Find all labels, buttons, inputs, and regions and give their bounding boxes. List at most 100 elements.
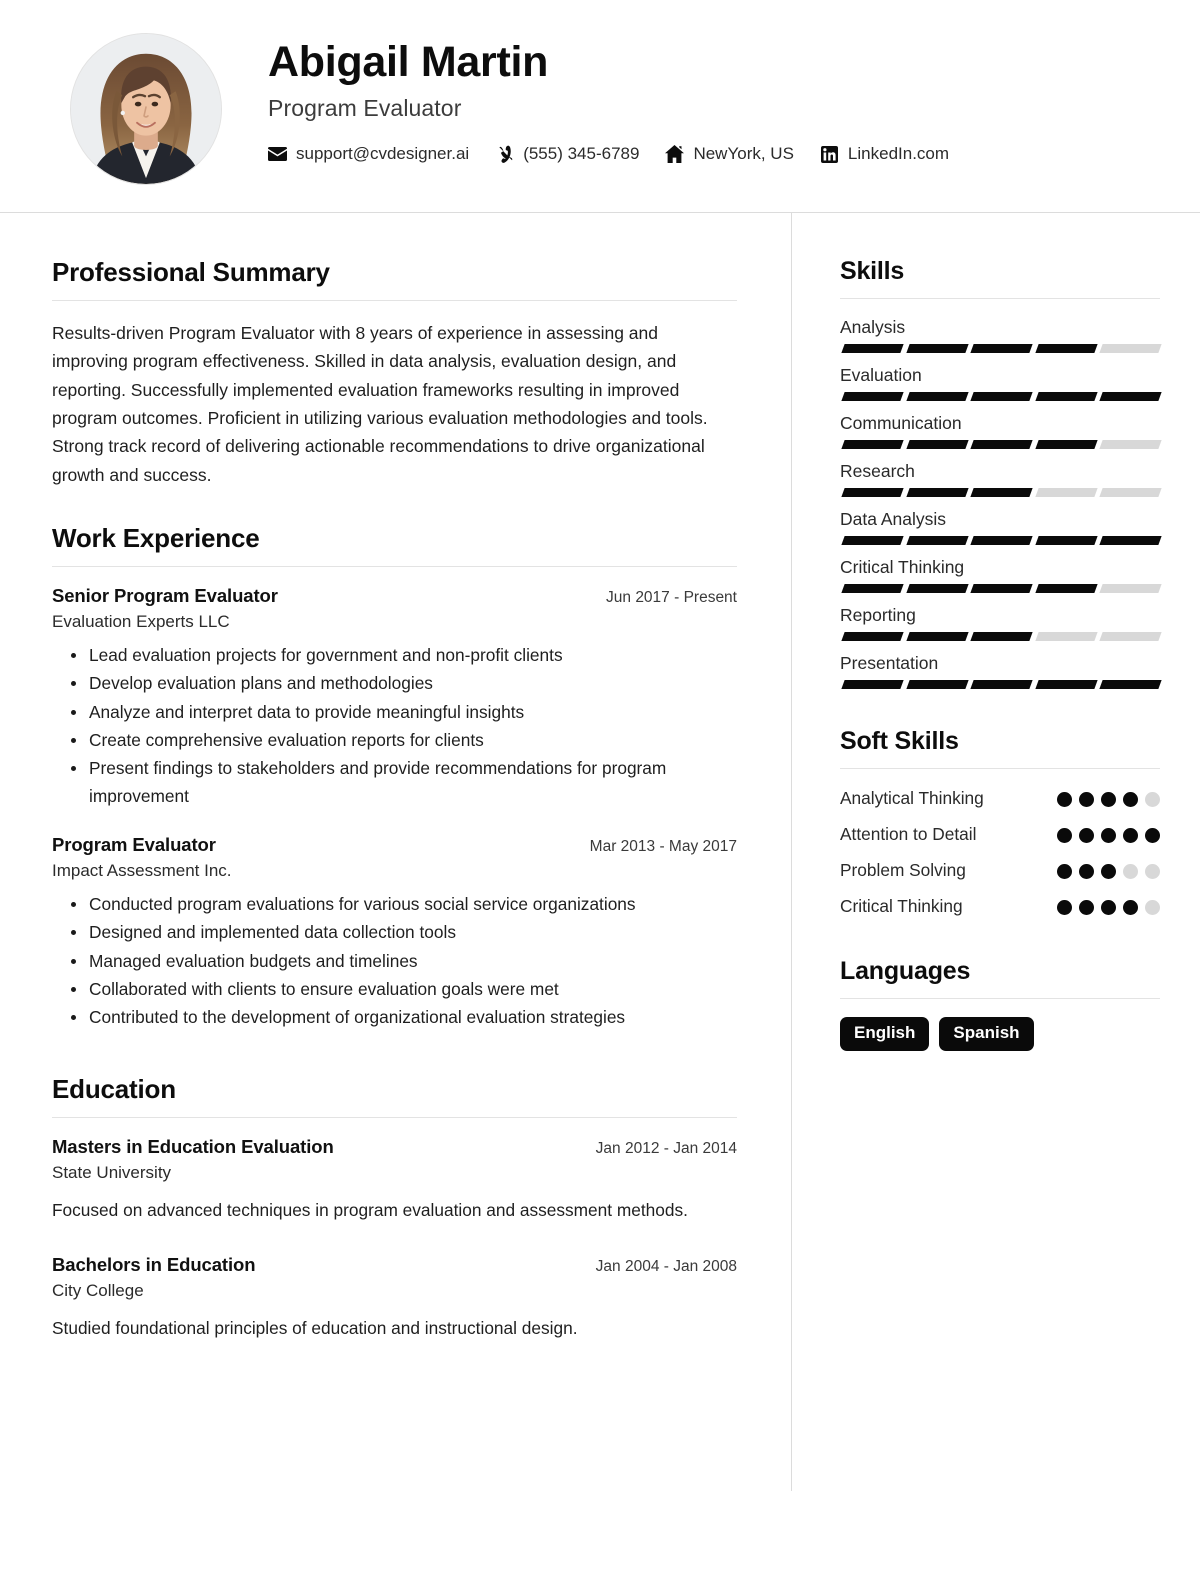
contact-linkedin[interactable]: LinkedIn.com xyxy=(820,144,949,164)
rating-dot xyxy=(1145,864,1160,879)
candidate-name: Abigail Martin xyxy=(268,38,549,86)
skill-level-bar xyxy=(840,440,1162,449)
rating-dot xyxy=(1079,828,1094,843)
skill-level-segment xyxy=(841,632,904,641)
skill-level-segment xyxy=(841,392,904,401)
skill-item: Communication xyxy=(840,413,1162,449)
contact-linkedin-label: LinkedIn.com xyxy=(847,144,950,164)
resume-body: Professional Summary Results-driven Prog… xyxy=(0,213,1200,1583)
work-bullet: Conducted program evaluations for variou… xyxy=(52,891,737,918)
contact-email[interactable]: support@cvdesigner.ai xyxy=(268,144,469,164)
work-bullet-list: Lead evaluation projects for government … xyxy=(52,642,737,810)
contact-phone[interactable]: (555) 345-6789 xyxy=(495,144,639,164)
soft-skill-item: Analytical Thinking xyxy=(840,787,1160,810)
skill-level-segment xyxy=(905,680,968,689)
contact-row: support@cvdesigner.ai (555) 345-6789 New… xyxy=(268,144,949,164)
skill-level-segment xyxy=(1099,440,1162,449)
skill-level-bar xyxy=(840,536,1162,545)
skill-level-segment xyxy=(1035,632,1098,641)
rating-dot xyxy=(1101,900,1116,915)
skill-item: Presentation xyxy=(840,653,1162,689)
skill-level-segment xyxy=(1035,536,1098,545)
rating-dot xyxy=(1057,900,1072,915)
skills-list: Analysis Evaluation Communication Research D… xyxy=(840,317,1162,689)
language-badge: Spanish xyxy=(939,1017,1034,1051)
linkedin-icon xyxy=(820,145,839,164)
work-date-range: Mar 2013 - May 2017 xyxy=(589,838,737,856)
soft-skill-rating xyxy=(1057,859,1160,879)
phone-icon xyxy=(495,145,514,164)
contact-email-label: support@cvdesigner.ai xyxy=(296,144,470,164)
soft-skill-rating xyxy=(1057,787,1160,807)
soft-skill-label: Critical Thinking xyxy=(840,896,963,916)
soft-skill-item: Critical Thinking xyxy=(840,895,1160,918)
soft-skill-label: Analytical Thinking xyxy=(840,788,984,808)
skill-item: Evaluation xyxy=(840,365,1162,401)
skill-level-segment xyxy=(1099,488,1162,497)
section-heading-education: Education xyxy=(52,1073,176,1104)
skill-level-segment xyxy=(970,680,1033,689)
skill-level-segment xyxy=(1035,344,1098,353)
skill-item: Data Analysis xyxy=(840,509,1162,545)
entry-spacer xyxy=(52,1228,737,1254)
home-icon xyxy=(665,145,685,164)
rating-dot xyxy=(1101,792,1116,807)
summary-text: Results-driven Program Evaluator with 8 … xyxy=(52,323,708,485)
main-column: Professional Summary Results-driven Prog… xyxy=(0,213,792,1583)
skill-level-segment xyxy=(970,536,1033,545)
education-description: Studied foundational principles of educa… xyxy=(52,1317,578,1338)
skill-level-segment xyxy=(970,632,1033,641)
skill-level-segment xyxy=(841,440,904,449)
skill-level-segment xyxy=(1099,536,1162,545)
heading-rule xyxy=(52,300,737,301)
skill-level-segment xyxy=(841,584,904,593)
work-job-title: Senior Program Evaluator xyxy=(52,585,278,607)
skill-level-segment xyxy=(1099,392,1162,401)
skill-item: Critical Thinking xyxy=(840,557,1162,593)
section-heading-work: Work Experience xyxy=(52,523,260,554)
work-entry: Senior Program Evaluator Jun 2017 - Pres… xyxy=(52,585,737,810)
skill-level-segment xyxy=(1099,584,1162,593)
education-description: Focused on advanced techniques in progra… xyxy=(52,1199,688,1220)
soft-skill-item: Problem Solving xyxy=(840,859,1160,882)
skill-label: Communication xyxy=(840,413,962,433)
work-bullet: Collaborated with clients to ensure eval… xyxy=(52,976,737,1003)
education-school: City College xyxy=(52,1280,144,1300)
skill-label: Analysis xyxy=(840,317,906,337)
soft-skill-rating xyxy=(1057,823,1160,843)
header-text-block: Abigail Martin Program Evaluator support… xyxy=(268,30,949,164)
education-entry: Bachelors in Education Jan 2004 - Jan 20… xyxy=(52,1254,737,1342)
skill-level-segment xyxy=(905,488,968,497)
section-heading-languages: Languages xyxy=(840,957,971,985)
avatar xyxy=(70,33,222,185)
rating-dot xyxy=(1123,828,1138,843)
education-school: State University xyxy=(52,1162,172,1182)
skill-level-segment xyxy=(970,584,1033,593)
skill-level-bar xyxy=(840,344,1162,353)
rating-dot xyxy=(1123,792,1138,807)
skill-level-segment xyxy=(1099,344,1162,353)
soft-skill-rating xyxy=(1057,895,1160,915)
skill-level-segment xyxy=(970,488,1033,497)
education-degree: Bachelors in Education xyxy=(52,1253,256,1275)
skill-level-bar xyxy=(840,584,1162,593)
work-entry-head: Program Evaluator Mar 2013 - May 2017 xyxy=(52,834,737,856)
resume-header: Abigail Martin Program Evaluator support… xyxy=(0,0,1200,213)
work-bullet: Analyze and interpret data to provide me… xyxy=(52,699,737,726)
work-bullet: Present findings to stakeholders and pro… xyxy=(52,755,737,810)
work-bullet: Develop evaluation plans and methodologi… xyxy=(52,670,737,697)
skill-label: Reporting xyxy=(840,605,916,625)
education-degree: Masters in Education Evaluation xyxy=(52,1135,334,1157)
work-date-range: Jun 2017 - Present xyxy=(606,589,737,607)
skill-level-segment xyxy=(905,584,968,593)
heading-rule xyxy=(840,768,1160,769)
section-skills: Skills Analysis Evaluation Communication Re… xyxy=(840,257,1162,689)
work-bullet: Contributed to the development of organi… xyxy=(52,1004,737,1031)
skill-level-segment xyxy=(1099,680,1162,689)
skill-label: Presentation xyxy=(840,653,939,673)
soft-skill-label: Attention to Detail xyxy=(840,824,977,844)
education-entry: Masters in Education Evaluation Jan 2012… xyxy=(52,1136,737,1224)
contact-location[interactable]: NewYork, US xyxy=(665,144,794,164)
envelope-icon xyxy=(268,145,287,164)
